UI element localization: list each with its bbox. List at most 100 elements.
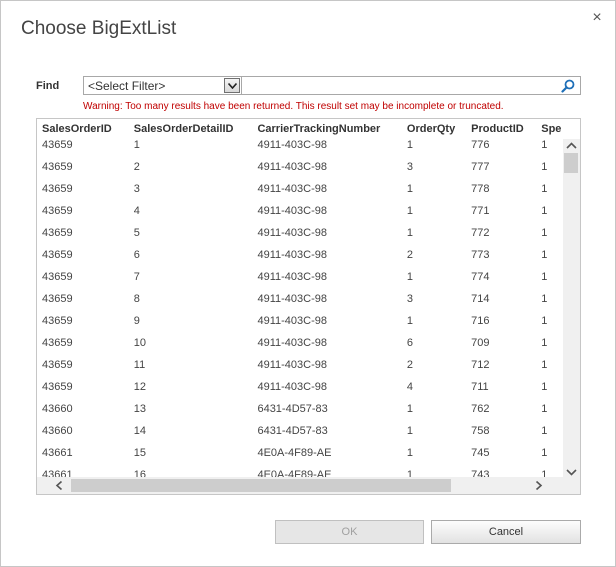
- chevron-down-icon[interactable]: [224, 78, 240, 93]
- cell-orderqty: 1: [406, 139, 414, 151]
- table-row[interactable]: 43659 6 4911-403C-98 2 773 1: [37, 249, 580, 271]
- cell-salesorderid: 43659: [42, 381, 73, 393]
- cell-carriertrackingnumber: 4E0A-4F89-AE: [257, 447, 332, 459]
- table-row[interactable]: 43660 14 6431-4D57-83 1 758 1: [37, 425, 580, 447]
- table-header-row: SalesOrderID SalesOrderDetailID CarrierT…: [37, 119, 580, 139]
- cell-orderqty: 2: [406, 359, 414, 371]
- cell-salesorderid: 43659: [42, 271, 73, 283]
- cell-salesorderid: 43659: [42, 315, 73, 327]
- column-header-spe[interactable]: Spe: [536, 119, 580, 139]
- cell-carriertrackingnumber: 4911-403C-98: [257, 315, 327, 327]
- cell-carriertrackingnumber: 4911-403C-98: [257, 359, 327, 371]
- search-input[interactable]: [242, 76, 581, 95]
- cell-salesorderid: 43659: [42, 205, 73, 217]
- results-table: SalesOrderID SalesOrderDetailID CarrierT…: [37, 119, 580, 491]
- horizontal-scrollbar[interactable]: [37, 477, 565, 494]
- column-header-carriertrackingnumber[interactable]: CarrierTrackingNumber: [252, 119, 401, 139]
- cell-orderqty: 2: [406, 249, 414, 261]
- table-row[interactable]: 43659 8 4911-403C-98 3 714 1: [37, 293, 580, 315]
- cell-carriertrackingnumber: 4911-403C-98: [257, 139, 327, 151]
- table-row[interactable]: 43660 13 6431-4D57-83 1 762 1: [37, 403, 580, 425]
- cell-carriertrackingnumber: 4911-403C-98: [257, 161, 327, 173]
- cell-salesorderdetailid: 15: [133, 447, 147, 459]
- table-row[interactable]: 43659 4 4911-403C-98 1 771 1: [37, 205, 580, 227]
- column-header-salesorderdetailid[interactable]: SalesOrderDetailID: [129, 119, 253, 139]
- cell-salesorderdetailid: 12: [133, 381, 147, 393]
- cell-productid: 773: [471, 249, 490, 261]
- cell-orderqty: 1: [406, 425, 414, 437]
- cell-orderqty: 1: [406, 271, 414, 283]
- cell-carriertrackingnumber: 4911-403C-98: [257, 227, 327, 239]
- vertical-scroll-thumb[interactable]: [564, 153, 578, 173]
- table-row[interactable]: 43659 2 4911-403C-98 3 777 1: [37, 161, 580, 183]
- cell-carriertrackingnumber: 6431-4D57-83: [257, 425, 328, 437]
- cell-salesorderdetailid: 11: [133, 359, 146, 371]
- cell-orderqty: 1: [406, 227, 414, 239]
- cell-orderqty: 3: [406, 161, 414, 173]
- cell-salesorderid: 43660: [42, 403, 73, 415]
- cell-salesorderdetailid: 13: [133, 403, 147, 415]
- cell-productid: 777: [471, 161, 490, 173]
- table-row[interactable]: 43659 1 4911-403C-98 1 776 1: [37, 139, 580, 161]
- chevron-right-icon[interactable]: [530, 477, 547, 494]
- cell-salesorderdetailid: 6: [133, 249, 140, 261]
- chevron-left-icon[interactable]: [51, 477, 68, 494]
- results-grid: SalesOrderID SalesOrderDetailID CarrierT…: [36, 118, 581, 495]
- cell-salesorderid: 43659: [42, 249, 73, 261]
- cell-productid: 745: [471, 447, 490, 459]
- cell-salesorderid: 43659: [42, 293, 73, 305]
- cell-carriertrackingnumber: 4911-403C-98: [257, 183, 327, 195]
- filter-selected-value: <Select Filter>: [88, 79, 166, 93]
- table-row[interactable]: 43659 3 4911-403C-98 1 778 1: [37, 183, 580, 205]
- cancel-button[interactable]: Cancel: [431, 520, 581, 544]
- cell-productid: 709: [471, 337, 490, 349]
- cell-carriertrackingnumber: 4911-403C-98: [257, 381, 327, 393]
- cell-orderqty: 4: [406, 381, 414, 393]
- cell-carriertrackingnumber: 6431-4D57-83: [257, 403, 328, 415]
- cell-carriertrackingnumber: 4911-403C-98: [257, 249, 327, 261]
- ok-button[interactable]: OK: [275, 520, 424, 544]
- cell-productid: 771: [471, 205, 490, 217]
- cell-salesorderdetailid: 5: [133, 227, 140, 239]
- column-header-salesorderid[interactable]: SalesOrderID: [37, 119, 129, 139]
- cell-salesorderdetailid: 7: [133, 271, 140, 283]
- cell-salesorderdetailid: 8: [133, 293, 140, 305]
- table-row[interactable]: 43659 9 4911-403C-98 1 716 1: [37, 315, 580, 337]
- cell-carriertrackingnumber: 4911-403C-98: [257, 337, 327, 349]
- table-row[interactable]: 43661 15 4E0A-4F89-AE 1 745 1: [37, 447, 580, 469]
- filter-dropdown[interactable]: <Select Filter>: [83, 76, 242, 95]
- vertical-scrollbar[interactable]: [563, 139, 580, 479]
- cell-salesorderid: 43659: [42, 227, 73, 239]
- chevron-up-icon[interactable]: [563, 139, 580, 153]
- cell-salesorderdetailid: 4: [133, 205, 140, 217]
- cell-orderqty: 6: [406, 337, 414, 349]
- cell-salesorderdetailid: 1: [133, 139, 140, 151]
- cell-productid: 776: [471, 139, 490, 151]
- cell-productid: 772: [471, 227, 490, 239]
- cell-orderqty: 3: [406, 293, 414, 305]
- table-row[interactable]: 43659 11 4911-403C-98 2 712 1: [37, 359, 580, 381]
- cell-salesorderid: 43659: [42, 161, 73, 173]
- column-header-productid[interactable]: ProductID: [466, 119, 536, 139]
- close-icon[interactable]: ×: [589, 10, 605, 26]
- cell-productid: 714: [471, 293, 490, 305]
- cell-orderqty: 1: [406, 447, 414, 459]
- table-row[interactable]: 43659 7 4911-403C-98 1 774 1: [37, 271, 580, 293]
- cell-productid: 762: [471, 403, 490, 415]
- horizontal-scroll-thumb[interactable]: [71, 479, 451, 492]
- cell-salesorderdetailid: 14: [133, 425, 147, 437]
- cell-salesorderid: 43659: [42, 183, 73, 195]
- cell-carriertrackingnumber: 4911-403C-98: [257, 293, 327, 305]
- search-icon[interactable]: [561, 79, 575, 93]
- cell-productid: 774: [471, 271, 490, 283]
- table-row[interactable]: 43659 5 4911-403C-98 1 772 1: [37, 227, 580, 249]
- cell-salesorderdetailid: 9: [133, 315, 140, 327]
- cell-productid: 711: [471, 381, 489, 393]
- cell-carriertrackingnumber: 4911-403C-98: [257, 205, 327, 217]
- choose-list-dialog: Choose BigExtList × Find <Select Filter>…: [0, 0, 616, 567]
- column-header-orderqty[interactable]: OrderQty: [402, 119, 466, 139]
- table-row[interactable]: 43659 10 4911-403C-98 6 709 1: [37, 337, 580, 359]
- cell-productid: 716: [471, 315, 490, 327]
- table-row[interactable]: 43659 12 4911-403C-98 4 711 1: [37, 381, 580, 403]
- truncation-warning: Warning: Too many results have been retu…: [83, 101, 504, 112]
